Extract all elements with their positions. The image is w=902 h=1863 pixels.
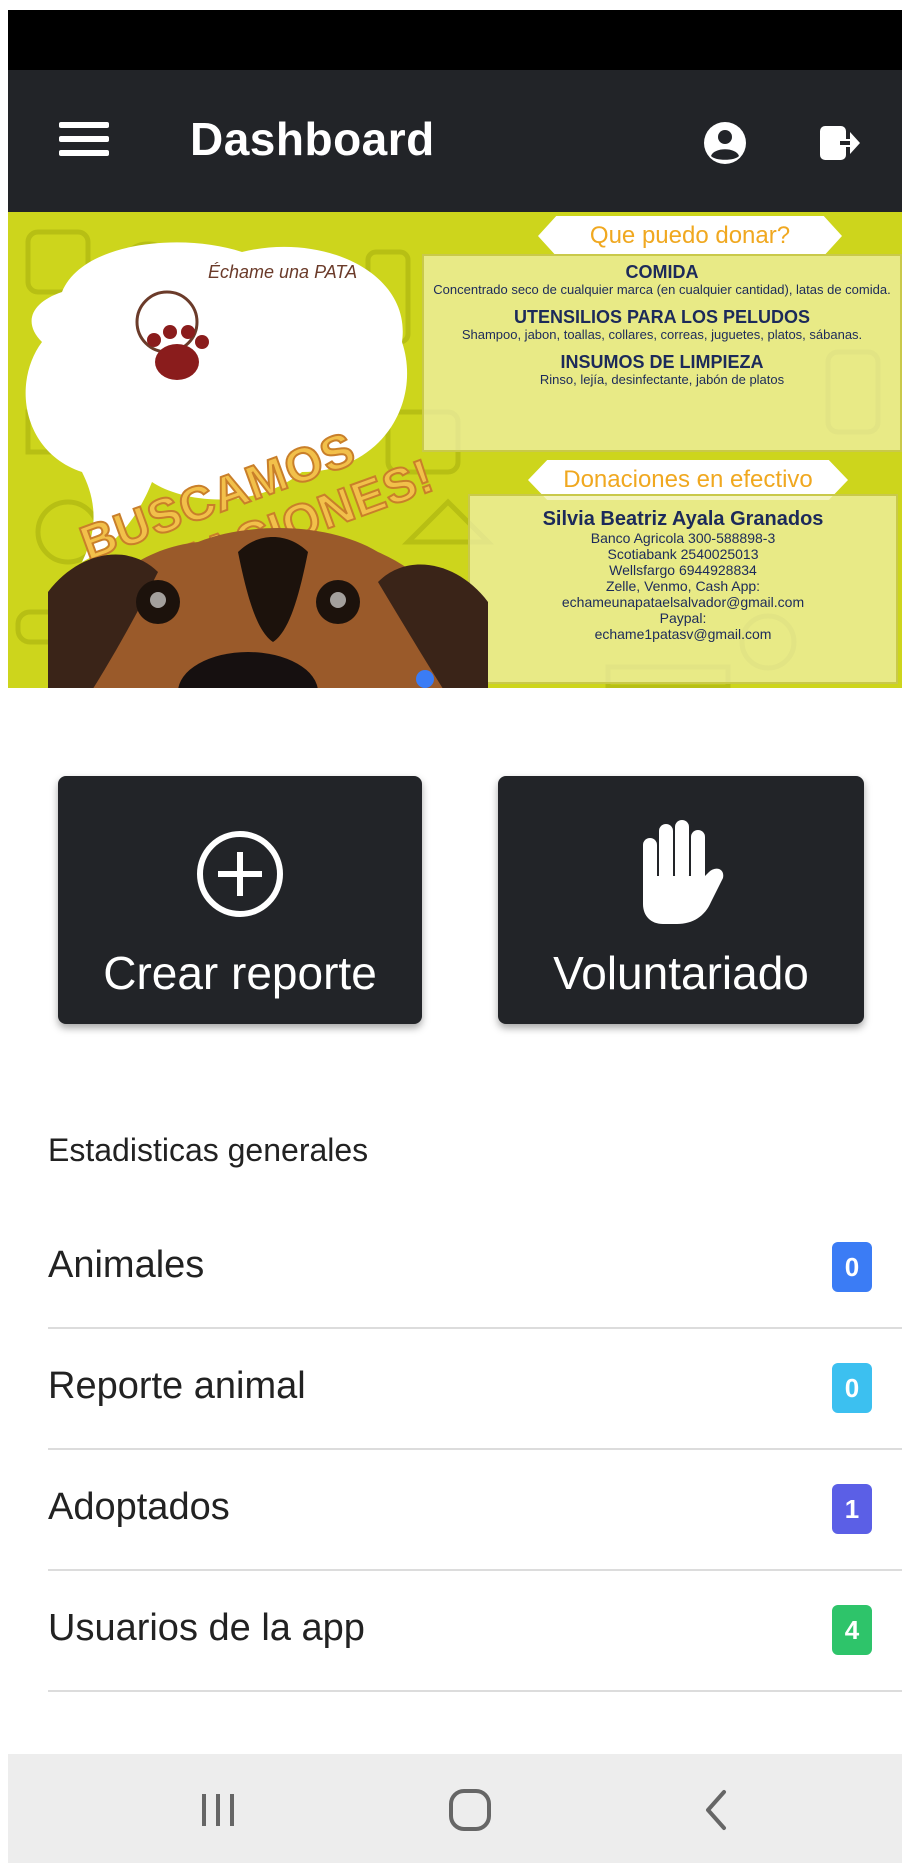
app-bar: Dashboard [8, 70, 902, 212]
donor-line: Banco Agricola 300-588898-3 [590, 530, 776, 546]
count-badge: 0 [832, 1363, 872, 1413]
dog-image [48, 528, 488, 688]
donor-line: echame1patasv@gmail.com [594, 626, 772, 642]
list-item[interactable]: Animales 0 [48, 1208, 902, 1329]
stat-label-animales: Animales [48, 1244, 205, 1286]
plus-circle-icon [197, 831, 283, 917]
section-title: UTENSILIOS PARA LOS PELUDOS [513, 307, 811, 327]
stat-label-adoptados: Adoptados [48, 1486, 230, 1528]
section-title: COMIDA [625, 262, 699, 282]
volunteer-label: Voluntariado [553, 947, 809, 999]
stat-label-reporte-animal: Reporte animal [48, 1365, 306, 1407]
recents-icon [202, 1794, 234, 1826]
logout-icon [820, 126, 860, 160]
system-navigation-bar [8, 1754, 902, 1863]
page-title: Dashboard [190, 113, 435, 165]
count-badge: 0 [832, 1242, 872, 1292]
menu-icon-bar [59, 136, 109, 142]
menu-button[interactable] [52, 122, 116, 162]
count-badge: 4 [832, 1605, 872, 1655]
donation-banner[interactable]: Échame una PATA BUSCAMOS DONACIONES! Que… [8, 212, 902, 688]
donor-line: Zelle, Venmo, Cash App: [605, 578, 761, 594]
status-bar [8, 10, 902, 70]
user-circle-icon [704, 122, 746, 164]
logout-button[interactable] [816, 120, 862, 166]
recents-button[interactable] [188, 1782, 248, 1838]
home-button[interactable] [440, 1782, 500, 1838]
section-body: Shampoo, jabon, toallas, collares, corre… [461, 327, 863, 342]
donor-line: Paypal: [659, 610, 707, 626]
count-badge: 1 [832, 1484, 872, 1534]
banner-ribbon-donate: Que puedo donar? [538, 216, 842, 256]
section-title: INSUMOS DE LIMPIEZA [560, 352, 764, 372]
stat-label-usuarios: Usuarios de la app [48, 1607, 365, 1649]
menu-icon-bar [59, 150, 109, 156]
donor-name: Silvia Beatriz Ayala Granados [542, 508, 824, 530]
back-button[interactable] [688, 1782, 748, 1838]
menu-icon-bar [59, 122, 109, 128]
section-body: Rinso, lejía, desinfectante, jabón de pl… [539, 372, 785, 387]
logo-text: Échame una PATA [208, 262, 358, 282]
list-item[interactable]: Reporte animal 0 [48, 1329, 902, 1450]
donor-line: Wellsfargo 6944928834 [609, 562, 757, 578]
stats-list: Animales 0 Reporte animal 0 Adoptados 1 … [48, 1208, 902, 1692]
donor-line: Scotiabank 2540025013 [607, 546, 759, 562]
carousel-indicator[interactable] [416, 670, 434, 688]
home-icon [449, 1789, 491, 1831]
volunteer-button[interactable]: Voluntariado [498, 776, 864, 1024]
hand-icon [643, 820, 724, 924]
create-report-button[interactable]: Crear reporte [58, 776, 422, 1024]
back-icon [706, 1790, 726, 1830]
list-item[interactable]: Usuarios de la app 4 [48, 1571, 902, 1692]
section-body: Concentrado seco de cualquier marca (en … [433, 282, 891, 297]
profile-button[interactable] [702, 120, 748, 166]
donor-line: echameunapataelsalvador@gmail.com [561, 594, 805, 610]
stats-section-title: Estadisticas generales [48, 1132, 369, 1168]
donation-items-box: COMIDA Concentrado seco de cualquier mar… [422, 254, 902, 452]
list-item[interactable]: Adoptados 1 [48, 1450, 902, 1571]
cash-donation-box: Silvia Beatriz Ayala Granados Banco Agri… [468, 494, 898, 684]
create-report-label: Crear reporte [103, 947, 377, 999]
